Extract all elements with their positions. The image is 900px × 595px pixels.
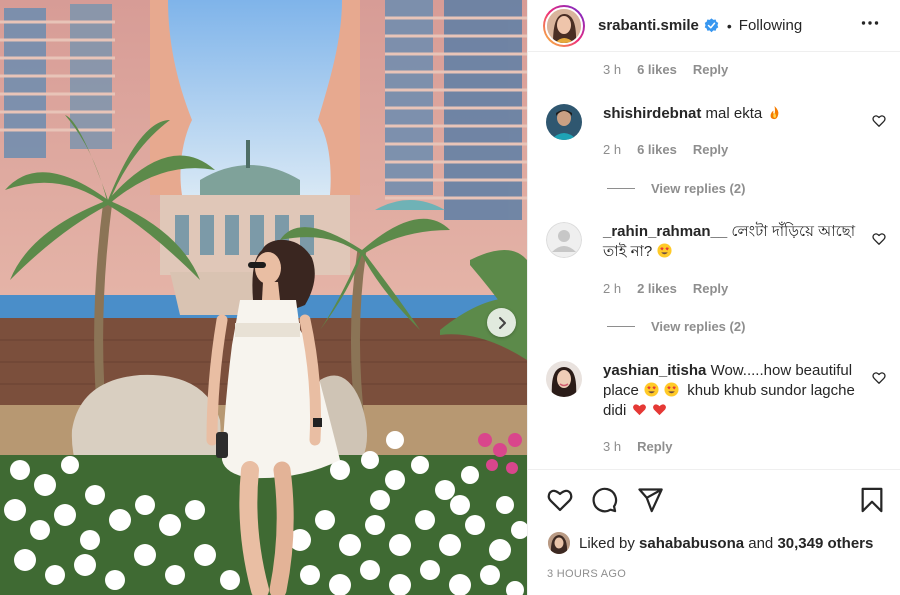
post-header: srabanti.smile • Following	[528, 0, 900, 52]
commenter-username[interactable]: shishirdebnat	[603, 105, 701, 122]
comment-meta: 2 h 6 likes Reply	[603, 142, 728, 157]
comment-likes[interactable]: 6 likes	[637, 142, 677, 157]
liker-avatar[interactable]	[548, 532, 570, 554]
view-replies-label: View replies (2)	[651, 181, 746, 196]
view-replies-button[interactable]: View replies (2)	[607, 181, 745, 196]
verified-badge-icon	[704, 18, 719, 33]
comment-icon[interactable]	[590, 486, 618, 519]
share-icon[interactable]	[636, 486, 664, 519]
reply-button[interactable]: Reply	[693, 281, 728, 296]
comment-text: yashian_itisha Wow.....how beautiful pla…	[603, 361, 863, 421]
likes-prefix: Liked by	[579, 534, 635, 552]
author-avatar-image	[547, 8, 581, 43]
view-replies-label: View replies (2)	[651, 319, 746, 334]
comment-time: 2 h	[603, 142, 622, 157]
replies-divider	[607, 188, 635, 189]
photo-scene	[0, 0, 527, 595]
heart-eyes-emoji-icon	[664, 382, 679, 397]
comment-meta: 3 h Reply	[603, 439, 672, 454]
author-username[interactable]: srabanti.smile	[598, 17, 699, 34]
heart-eyes-emoji-icon	[657, 243, 672, 258]
post-sidebar: srabanti.smile • Following 3 h 6 likes R…	[527, 0, 900, 595]
like-comment-icon[interactable]	[872, 371, 886, 390]
comment-likes[interactable]: 2 likes	[637, 281, 677, 296]
like-comment-icon[interactable]	[872, 114, 886, 133]
fire-emoji-icon	[771, 105, 779, 120]
commenter-avatar[interactable]	[546, 361, 582, 397]
post-photo[interactable]	[0, 0, 527, 595]
reply-button[interactable]: Reply	[693, 62, 728, 77]
comment-time: 2 h	[603, 281, 622, 296]
commenter-avatar[interactable]	[546, 104, 582, 140]
commenter-username[interactable]: yashian_itisha	[603, 362, 706, 379]
comment-text: shishirdebnat mal ekta	[603, 104, 858, 124]
replies-divider	[607, 326, 635, 327]
red-heart-emoji-icon	[632, 404, 646, 416]
commenter-avatar[interactable]	[546, 222, 582, 258]
view-replies-button[interactable]: View replies (2)	[607, 319, 745, 334]
comment-time: 3 h	[603, 62, 622, 77]
like-comment-icon[interactable]	[872, 232, 886, 251]
comment-body: mal ekta	[705, 105, 763, 122]
comment-text: _rahin_rahman__ লেংটা দাঁড়িয়ে আছো তাই …	[603, 222, 858, 262]
reply-button[interactable]: Reply	[637, 439, 672, 454]
comment-meta: 3 h 6 likes Reply	[603, 62, 728, 77]
post-actions: Liked by sahababusona and 30,349 others …	[528, 469, 900, 595]
red-heart-emoji-icon	[652, 404, 666, 416]
comment-likes[interactable]: 6 likes	[637, 62, 677, 77]
post-timestamp[interactable]: 3 HOURS AGO	[547, 568, 626, 580]
liker-username[interactable]: sahababusona	[639, 535, 744, 552]
likes-and: and	[748, 534, 774, 552]
comments-list[interactable]: 3 h 6 likes Reply shishirdebnat mal ekta…	[528, 52, 900, 469]
bookmark-icon[interactable]	[858, 486, 886, 519]
following-button[interactable]: Following	[739, 17, 802, 34]
comment-meta: 2 h 2 likes Reply	[603, 281, 728, 296]
next-photo-button[interactable]	[487, 308, 516, 337]
author-avatar[interactable]	[543, 4, 585, 47]
heart-icon[interactable]	[546, 486, 574, 519]
commenter-username[interactable]: _rahin_rahman__	[603, 223, 727, 240]
likes-summary: Liked by sahababusona and 30,349 others	[548, 532, 873, 554]
next-arrow-icon	[498, 316, 506, 329]
reply-button[interactable]: Reply	[693, 142, 728, 157]
likes-count[interactable]: 30,349 others	[777, 535, 873, 552]
more-options-icon[interactable]	[861, 14, 879, 37]
comment-time: 3 h	[603, 439, 622, 454]
header-separator: •	[726, 17, 732, 34]
heart-eyes-emoji-icon	[644, 382, 659, 397]
